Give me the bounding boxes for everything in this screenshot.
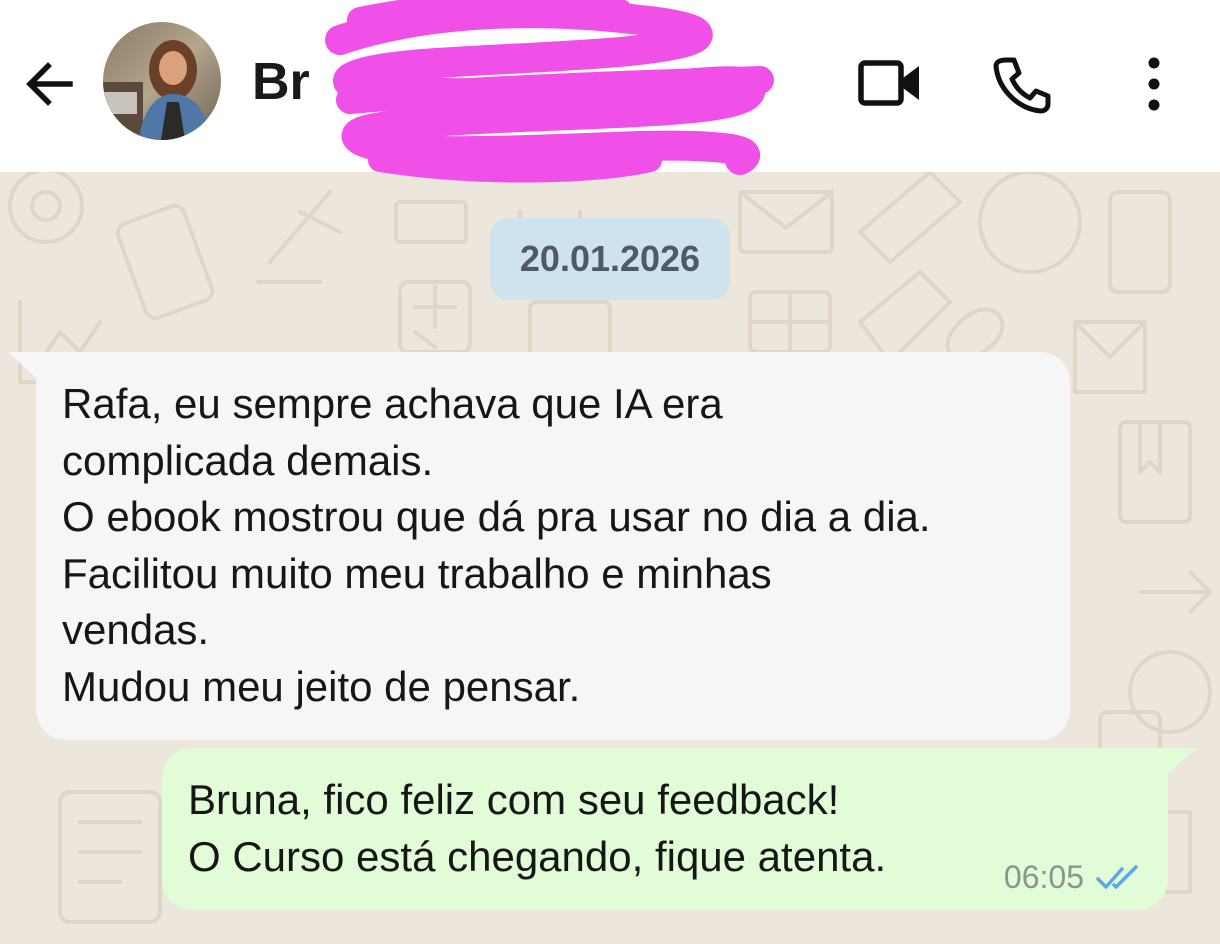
message-time: 06:05 (1003, 859, 1084, 895)
voice-call-button[interactable] (992, 54, 1052, 114)
chat-area[interactable]: 20.01.2026 Rafa, eu sempre achava que IA… (0, 172, 1220, 944)
incoming-bubble-tail (8, 352, 38, 380)
video-call-button[interactable] (856, 56, 924, 110)
incoming-message-text: Rafa, eu sempre achava que IA era compli… (62, 380, 931, 710)
video-camera-icon (858, 60, 919, 106)
contact-avatar[interactable] (103, 22, 221, 140)
outgoing-message-text: Bruna, fico feliz com seu feedback! O Cu… (188, 776, 887, 880)
back-button[interactable] (22, 56, 78, 112)
arrow-left-icon (26, 62, 73, 106)
date-separator: 20.01.2026 (490, 218, 730, 300)
phone-icon (993, 57, 1051, 114)
avatar-photo (103, 22, 221, 140)
message-meta: 06:05 (1004, 859, 1142, 896)
contact-status: nas (690, 136, 736, 167)
outgoing-message[interactable]: Bruna, fico feliz com seu feedback! O Cu… (162, 748, 1168, 910)
more-vertical-icon (1148, 57, 1160, 111)
outgoing-bubble-tail (1166, 748, 1196, 776)
double-check-read-icon (1096, 864, 1138, 889)
chat-header: Br nas (0, 0, 1220, 183)
more-options-button[interactable] (1136, 54, 1172, 114)
incoming-message[interactable]: Rafa, eu sempre achava que IA era compli… (36, 352, 1070, 740)
contact-name[interactable]: Br (252, 52, 310, 112)
